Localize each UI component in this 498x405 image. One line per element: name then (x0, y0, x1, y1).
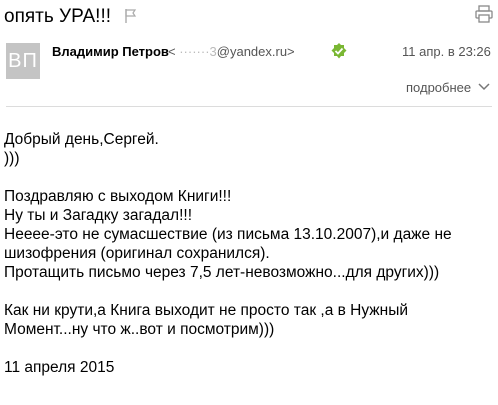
avatar[interactable]: ВП (6, 43, 40, 79)
greeting-line: Добрый день,Сергей. (4, 131, 159, 148)
details-link[interactable]: подробнее (406, 80, 471, 95)
sender-name[interactable]: Владимир Петров (52, 44, 169, 59)
divider (6, 106, 492, 107)
body-line: Ну ты и Загадку загадал!!! (4, 207, 193, 224)
verified-check-icon[interactable] (330, 42, 348, 60)
flag-icon[interactable] (124, 8, 138, 24)
body-line: Поздравляю с выходом Книги!!! (4, 188, 232, 205)
body-line: Нееее-это не сумасшествие (из письма 13.… (4, 226, 452, 243)
email-domain: @yandex.ru> (216, 44, 295, 59)
print-icon[interactable] (474, 4, 494, 24)
subject-bar: опять УРА!!! (0, 0, 498, 34)
message-body: Добрый день,Сергей. ))) Поздравляю с вых… (4, 130, 494, 377)
email-open-bracket: < (168, 44, 176, 59)
body-line: Как ни крути,а Книга выходит не просто т… (4, 302, 409, 319)
message-date: 11 апр. в 23:26 (402, 44, 491, 59)
smile-line: ))) (4, 150, 20, 167)
body-line: шизофрения (оригинал сохранился). (4, 245, 270, 262)
sender-email[interactable]: < ·······3@yandex.ru> (168, 44, 295, 59)
chevron-down-icon[interactable] (478, 82, 490, 92)
message-subject: опять УРА!!! (4, 6, 112, 27)
body-line: Протащить письмо через 7,5 лет-невозможн… (4, 264, 440, 281)
body-line: Момент...ну что ж..вот и посмотрим))) (4, 321, 275, 338)
signature-date: 11 апреля 2015 (4, 359, 115, 376)
email-hidden-part: ·······3 (179, 44, 217, 59)
